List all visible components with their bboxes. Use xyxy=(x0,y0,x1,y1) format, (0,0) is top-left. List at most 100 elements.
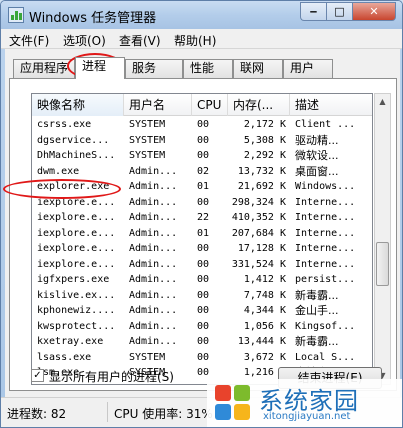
table-row[interactable]: explorer.exe Admin... 01 21,692 K Windows... xyxy=(32,179,372,195)
column-cpu[interactable]: CPU xyxy=(192,94,228,116)
row-user-name: Admin... xyxy=(129,289,178,301)
row-cpu: 00 xyxy=(197,196,210,208)
row-description: 新毒霸... xyxy=(295,335,339,348)
table-row[interactable]: DhMachineS... SYSTEM 00 2,292 K 微软设... xyxy=(32,148,372,164)
row-user-name: Admin... xyxy=(129,181,178,192)
row-user-name: Admin... xyxy=(129,227,178,239)
row-memory: 2,292 K xyxy=(243,150,286,161)
row-memory: 1,412 K xyxy=(243,274,286,285)
table-row[interactable]: iexplore.e... Admin... 00 331,524 K Interne.… xyxy=(32,257,372,273)
processes-panel: 映像名称 用户名 CPU 内存(... 描述 csrss.exe SYSTEM 00… xyxy=(9,78,397,391)
row-description: Interne... xyxy=(295,227,356,239)
maximize-button[interactable]: □ xyxy=(326,2,352,21)
window-title: Windows 任务管理器 xyxy=(29,11,157,26)
show-all-users-label[interactable]: 显示所有用户的进程(S) xyxy=(49,368,174,385)
table-row[interactable]: csrss.exe SYSTEM 00 2,172 K Client ... xyxy=(32,117,372,133)
row-cpu: 01 xyxy=(197,181,210,192)
row-user-name: SYSTEM xyxy=(129,134,166,146)
table-row[interactable]: iexplore.e... Admin... 01 207,684 K Interne.… xyxy=(32,226,372,242)
show-all-users-checkbox[interactable]: ✓ xyxy=(31,369,44,382)
row-cpu: 00 xyxy=(197,274,210,285)
scroll-up-icon[interactable]: ▲ xyxy=(375,94,390,110)
minimize-icon: ‒ xyxy=(309,5,318,18)
menu-help[interactable]: 帮助(H) xyxy=(174,32,216,49)
row-memory: 5,308 K xyxy=(243,134,286,146)
row-cpu: 22 xyxy=(197,212,210,223)
row-user-name: Admin... xyxy=(129,165,178,177)
tab-performance[interactable]: 性能 xyxy=(183,59,233,78)
tab-services[interactable]: 服务 xyxy=(125,59,183,78)
row-user-name: Admin... xyxy=(129,336,178,347)
row-memory: 13,732 K xyxy=(237,165,286,177)
column-description[interactable]: 描述 xyxy=(290,94,372,116)
tab-applications[interactable]: 应用程序 xyxy=(13,59,75,78)
status-process-count: 进程数: 82 xyxy=(7,407,67,421)
row-description: Interne... xyxy=(295,258,356,270)
tab-networking[interactable]: 联网 xyxy=(233,59,283,78)
table-row[interactable]: kislive.ex... Admin... 00 7,748 K 新毒霸... xyxy=(32,288,372,304)
row-description: Interne... xyxy=(295,196,356,208)
row-image-name: kislive.ex... xyxy=(37,289,116,301)
row-memory: 331,524 K xyxy=(231,258,286,270)
row-image-name: kwsprotect... xyxy=(37,320,116,332)
row-memory: 207,684 K xyxy=(231,227,286,239)
scroll-thumb[interactable] xyxy=(376,242,389,286)
table-row[interactable]: kxetray.exe Admin... 00 13,444 K 新毒霸... xyxy=(32,334,372,350)
row-memory: 21,692 K xyxy=(237,181,286,192)
status-cpu-usage: CPU 使用率: 31% xyxy=(114,407,213,421)
column-user-name[interactable]: 用户名 xyxy=(124,94,192,116)
table-row[interactable]: iexplore.e... Admin... 22 410,352 K Interne.… xyxy=(32,210,372,226)
vertical-scrollbar[interactable]: ▲ ▼ xyxy=(374,93,391,385)
windows-logo-icon xyxy=(215,383,253,423)
table-row[interactable]: iexplore.e... Admin... 00 17,128 K Interne..… xyxy=(32,241,372,257)
table-row[interactable]: dgservice... SYSTEM 00 5,308 K 驱动精... xyxy=(32,133,372,149)
row-user-name: Admin... xyxy=(129,320,178,332)
table-row[interactable]: dwm.exe Admin... 02 13,732 K 桌面窗... xyxy=(32,164,372,180)
menu-view[interactable]: 查看(V) xyxy=(119,32,161,49)
row-cpu: 00 xyxy=(197,305,210,316)
process-list[interactable]: 映像名称 用户名 CPU 内存(... 描述 csrss.exe SYSTEM 00… xyxy=(31,93,373,385)
column-image-name[interactable]: 映像名称 xyxy=(32,94,124,116)
row-description: 桌面窗... xyxy=(295,164,339,178)
row-cpu: 00 xyxy=(197,289,210,301)
task-manager-window: Windows 任务管理器 ‒ □ ✕ 文件(F) 选项(O) 查看(V) 帮助… xyxy=(0,0,403,428)
row-description: 新毒霸... xyxy=(295,288,339,302)
row-user-name: Admin... xyxy=(129,274,178,285)
row-cpu: 00 xyxy=(197,258,210,270)
minimize-button[interactable]: ‒ xyxy=(300,2,326,21)
row-memory: 13,444 K xyxy=(237,336,286,347)
close-icon: ✕ xyxy=(369,5,379,18)
title-bar[interactable]: Windows 任务管理器 ‒ □ ✕ xyxy=(1,1,402,29)
row-description: Interne... xyxy=(295,243,356,254)
column-memory[interactable]: 内存(... xyxy=(228,94,290,116)
table-row[interactable]: iexplore.e... Admin... 00 298,324 K Interne.… xyxy=(32,195,372,211)
table-row[interactable]: kwsprotect... Admin... 00 1,056 K Kingsof... xyxy=(32,319,372,335)
menu-options[interactable]: 选项(O) xyxy=(63,32,106,49)
row-user-name: Admin... xyxy=(129,258,178,270)
row-description: Windows... xyxy=(295,181,356,192)
process-rows: csrss.exe SYSTEM 00 2,172 K Client ... dgserv… xyxy=(32,117,372,381)
row-user-name: Admin... xyxy=(129,243,178,254)
close-button[interactable]: ✕ xyxy=(352,2,396,21)
row-image-name: kxetray.exe xyxy=(37,336,104,347)
tab-users[interactable]: 用户 xyxy=(283,59,333,78)
row-memory: 1,056 K xyxy=(243,320,286,332)
tab-processes[interactable]: 进程 xyxy=(75,57,125,79)
caption-buttons: ‒ □ ✕ xyxy=(300,2,396,21)
row-cpu: 01 xyxy=(197,227,210,239)
menu-file[interactable]: 文件(F) xyxy=(9,32,49,49)
row-memory: 4,344 K xyxy=(243,305,286,316)
table-row[interactable]: igfxpers.exe Admin... 00 1,412 K persist... xyxy=(32,272,372,288)
row-memory: 2,172 K xyxy=(243,119,286,130)
status-separator xyxy=(107,402,108,422)
row-image-name: igfxpers.exe xyxy=(37,274,110,285)
row-cpu: 00 xyxy=(197,320,210,332)
row-description: 驱动精... xyxy=(295,133,339,147)
row-description: Interne... xyxy=(295,212,356,223)
row-cpu: 02 xyxy=(197,165,210,177)
row-description: 微软设... xyxy=(295,149,339,162)
table-row[interactable]: kphonewiz.... Admin... 00 4,344 K 金山手... xyxy=(32,303,372,319)
watermark-url: xitongjiayuan.net xyxy=(263,411,351,422)
row-description: Kingsof... xyxy=(295,320,356,332)
row-memory: 298,324 K xyxy=(231,196,286,208)
